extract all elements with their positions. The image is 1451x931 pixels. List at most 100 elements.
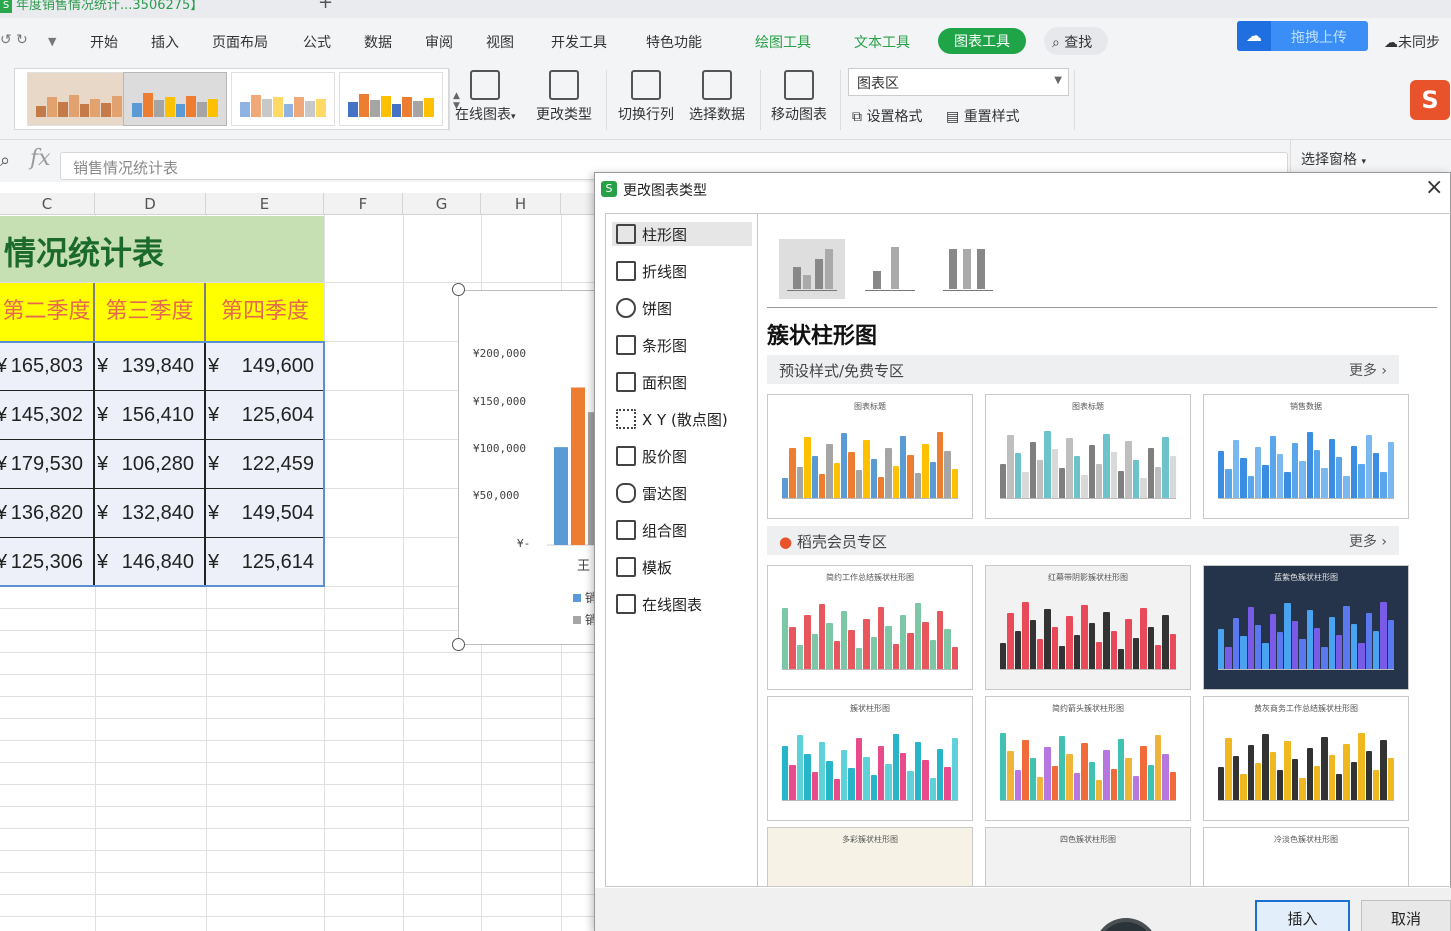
chart-template-card[interactable]: 销售数据 [1203, 394, 1409, 519]
header-cell-q4[interactable]: 第四季度 [206, 283, 324, 341]
category-stock[interactable]: 股价图 [612, 444, 752, 468]
column-header-h[interactable]: H [481, 193, 561, 215]
menu-home[interactable]: 开始 [90, 32, 118, 52]
category-column[interactable]: 柱形图 [612, 222, 752, 246]
chart-template-card[interactable]: 簇状柱形图 [767, 696, 973, 821]
select-data-button[interactable]: 选择数据 [689, 70, 745, 124]
chart-template-card[interactable]: 简约箭头簇状柱形图 [985, 696, 1191, 821]
sync-status[interactable]: ☁未同步 [1384, 32, 1440, 52]
reset-style-button[interactable]: ▤ 重置样式 [946, 106, 1020, 126]
document-tab[interactable]: S 年度销售情况统计...3506275】 [0, 0, 240, 16]
more-link[interactable]: 更多 › [1349, 360, 1387, 380]
zoom-icon[interactable]: ⌕ [0, 150, 10, 171]
subtype-clustered-column-icon[interactable] [779, 239, 845, 299]
menu-review[interactable]: 审阅 [425, 32, 453, 52]
column-header-d[interactable]: D [95, 193, 206, 215]
chart-template-card[interactable]: 简约工作总结簇状柱形图 [767, 565, 973, 690]
subtype-stacked-column-icon[interactable] [857, 239, 923, 299]
column-header-e[interactable]: E [206, 193, 324, 215]
data-cell[interactable]: ¥149,600 [206, 342, 324, 390]
header-cell-q3[interactable]: 第三季度 [95, 283, 206, 341]
card-title: 图表标题 [1072, 402, 1104, 411]
selection-pane-button[interactable]: 选择窗格 ▾ [1290, 140, 1451, 176]
menu-drawing-tools[interactable]: 绘图工具 [755, 32, 811, 52]
sheet-title-cell[interactable]: 情况统计表 [0, 216, 324, 282]
menu-data[interactable]: 数据 [364, 32, 392, 52]
chart-template-card[interactable]: 黄灰商务工作总结簇状柱形图 [1203, 696, 1409, 821]
category-line[interactable]: 折线图 [612, 259, 752, 283]
category-area[interactable]: 面积图 [612, 370, 752, 394]
data-cell[interactable]: ¥165,803 [0, 342, 95, 390]
change-type-button[interactable]: 更改类型 [536, 70, 592, 124]
category-combo[interactable]: 组合图 [612, 518, 752, 542]
data-cell[interactable]: ¥125,604 [206, 391, 324, 439]
data-cell[interactable]: ¥179,530 [0, 440, 95, 488]
chart-style-3[interactable] [231, 72, 335, 126]
set-format-button[interactable]: ⧉ 设置格式 [852, 106, 922, 126]
category-template[interactable]: 模板 [612, 555, 752, 579]
quick-access-dropdown-icon[interactable]: ▼ [48, 35, 56, 48]
chart-template-card[interactable]: 冷淡色簇状柱形图 [1203, 827, 1409, 886]
data-cell[interactable]: ¥156,410 [95, 391, 206, 439]
category-online-chart[interactable]: 在线图表 [612, 592, 752, 616]
preview-bar [1372, 769, 1380, 800]
redo-icon[interactable]: ↻ [16, 32, 28, 48]
menu-page-layout[interactable]: 页面布局 [212, 32, 268, 52]
chart-template-card[interactable]: 红幕带阴影簇状柱形图 [985, 565, 1191, 690]
menu-chart-tools[interactable]: 图表工具 [938, 28, 1026, 54]
column-header-c[interactable]: C [0, 193, 95, 215]
online-chart-button[interactable]: 在线图表▾ [455, 70, 516, 124]
menu-view[interactable]: 视图 [486, 32, 514, 52]
category-pie[interactable]: 饼图 [612, 296, 752, 320]
header-cell-q2[interactable]: 第二季度 [0, 283, 95, 341]
menu-formulas[interactable]: 公式 [303, 32, 331, 52]
search-button[interactable]: ⌕ 查找 [1044, 27, 1108, 55]
data-cell[interactable]: ¥139,840 [95, 342, 206, 390]
chart-style-4[interactable] [339, 72, 443, 126]
subtype-percent-stacked-column-icon[interactable] [935, 239, 1001, 299]
data-cell[interactable]: ¥125,614 [206, 538, 324, 586]
menu-text-tools[interactable]: 文本工具 [854, 32, 910, 52]
move-chart-button[interactable]: 移动图表 [771, 70, 827, 124]
resize-handle[interactable] [452, 283, 465, 296]
cancel-button[interactable]: 取消 [1361, 900, 1451, 931]
new-tab-plus-icon[interactable]: + [318, 0, 333, 13]
data-cell[interactable]: ¥125,306 [0, 538, 95, 586]
column-header-f[interactable]: F [324, 193, 403, 215]
chart-bar[interactable] [554, 447, 568, 545]
data-cell[interactable]: ¥122,459 [206, 440, 324, 488]
chart-template-card[interactable]: 蓝紫色簇状柱形图 [1203, 565, 1409, 690]
card-baseline [1000, 800, 1176, 801]
function-fx-icon[interactable]: fx [30, 146, 51, 171]
chart-element-select[interactable]: 图表区 ▼ [848, 68, 1069, 96]
close-icon[interactable]: × [1425, 175, 1443, 200]
resize-handle[interactable] [452, 638, 465, 651]
embedded-chart[interactable]: ¥200,000 ¥150,000 ¥100,000 ¥50,000 ¥- 王 … [458, 290, 599, 645]
menu-insert[interactable]: 插入 [151, 32, 179, 52]
upload-button[interactable]: ☁ 拖拽上传 [1237, 21, 1368, 51]
category-scatter[interactable]: X Y (散点图) [612, 407, 752, 431]
undo-icon[interactable]: ↺ [0, 32, 12, 48]
category-radar[interactable]: 雷达图 [612, 481, 752, 505]
data-cell[interactable]: ¥132,840 [95, 489, 206, 537]
chart-template-card[interactable]: 四色簇状柱形图 [985, 827, 1191, 886]
more-link[interactable]: 更多 › [1349, 531, 1387, 551]
data-cell[interactable]: ¥145,302 [0, 391, 95, 439]
chart-style-1[interactable] [27, 72, 131, 126]
category-bar[interactable]: 条形图 [612, 333, 752, 357]
data-cell[interactable]: ¥136,820 [0, 489, 95, 537]
chart-template-card[interactable]: 图表标题 [985, 394, 1191, 519]
switch-row-column-button[interactable]: 切换行列 [618, 70, 674, 124]
chart-style-2[interactable] [123, 72, 227, 126]
menu-developer[interactable]: 开发工具 [551, 32, 607, 52]
data-cell[interactable]: ¥106,280 [95, 440, 206, 488]
menu-special-features[interactable]: 特色功能 [646, 32, 702, 52]
chart-template-card[interactable]: 图表标题 [767, 394, 973, 519]
data-cell[interactable]: ¥149,504 [206, 489, 324, 537]
chart-bar[interactable] [571, 387, 585, 545]
chart-template-card[interactable]: 多彩簇状柱形图 [767, 827, 973, 886]
column-header-g[interactable]: G [403, 193, 481, 215]
preview-bar [1132, 459, 1140, 498]
data-cell[interactable]: ¥146,840 [95, 538, 206, 586]
insert-button[interactable]: 插入 [1255, 900, 1350, 931]
